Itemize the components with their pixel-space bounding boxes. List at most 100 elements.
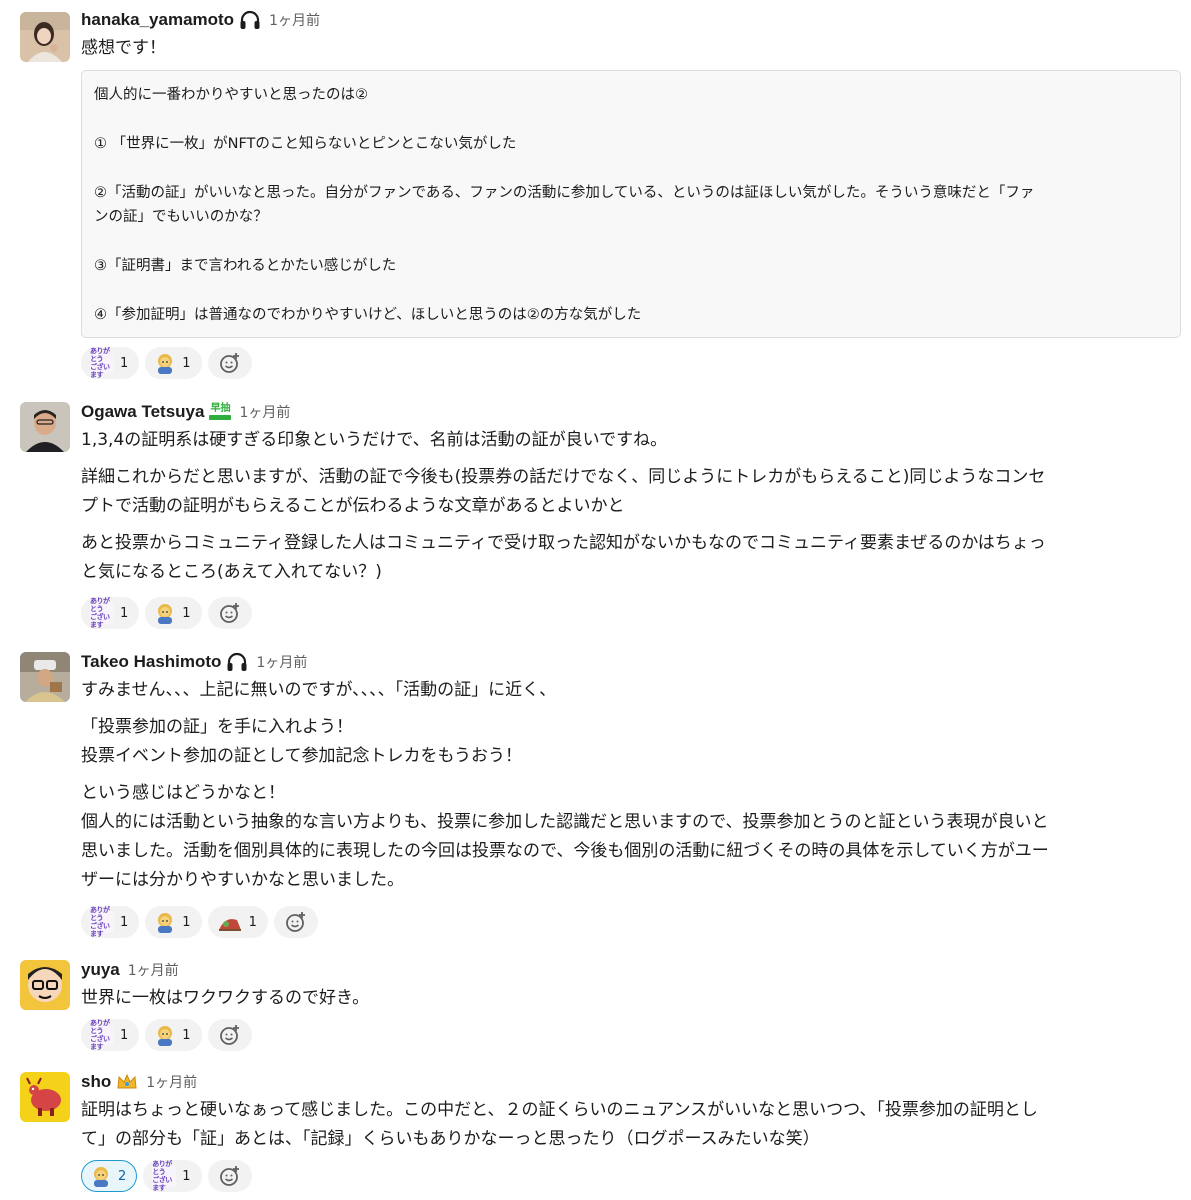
message-paragraph: あと投票からコミュニティ登録した人はコミュニティで受け取った認知がないかもなので…	[81, 529, 1179, 587]
emoji-text: ございます	[152, 1176, 172, 1192]
message-takeo: Takeo Hashimoto 1ヶ月前 すみません、、、上記に無いのですが、、…	[0, 650, 1191, 950]
reaction-arigatou[interactable]: ありがとう ございます 1	[143, 1160, 202, 1192]
reaction-bowing[interactable]: 1	[145, 1019, 202, 1051]
arigatou-gozaimasu-icon: ありがとう ございます	[90, 1019, 114, 1051]
reaction-arigatou[interactable]: ありがとう ございます 1	[81, 347, 140, 379]
message-paragraph: 「投票参加の証」を手に入れよう！ 投票イベント参加の証として参加記念トレカをもう…	[81, 713, 1179, 771]
reaction-count: 1	[248, 914, 257, 930]
message-header: hanaka_yamamoto 1ヶ月前	[81, 8, 1179, 32]
timestamp[interactable]: 1ヶ月前	[269, 10, 320, 30]
reaction-bowing[interactable]: 1	[145, 906, 202, 938]
avatar[interactable]	[20, 960, 70, 1010]
emoji-text: ありがとう	[90, 906, 110, 922]
message-text: 感想です！	[81, 38, 166, 58]
text-line: 投票イベント参加の証として参加記念トレカをもうおう！	[81, 746, 522, 766]
code-line: ②「活動の証」がいいなと思った。自分がファンである、ファンの活動に参加している、…	[94, 184, 1035, 201]
reaction-bar: ありがとう ございます 1 1	[81, 1019, 252, 1053]
emoji-text: ございます	[90, 922, 110, 938]
message-header: Takeo Hashimoto 1ヶ月前	[81, 650, 1179, 674]
sliding-person-icon	[217, 912, 243, 932]
message-paragraph: という感じはどうかなと！ 個人的には活動という抽象的な言い方よりも、投票に参加し…	[81, 779, 1179, 895]
hayaben-icon: 早抽	[209, 402, 232, 422]
avatar[interactable]	[20, 402, 70, 452]
add-reaction-button[interactable]	[273, 906, 318, 938]
timestamp[interactable]: 1ヶ月前	[128, 960, 179, 980]
person-bowing-icon	[90, 1165, 112, 1187]
arigatou-gozaimasu-icon: ありがとう ございます	[90, 906, 114, 938]
message-hanaka: hanaka_yamamoto 1ヶ月前 感想です！ 個人的に一番わかりやすいと…	[0, 8, 1191, 388]
headphones-icon	[239, 10, 261, 30]
reaction-bowing[interactable]: 1	[145, 597, 202, 629]
reaction-count: 1	[182, 914, 191, 930]
text-line: すみません、、、上記に無いのですが、、、、「活動の証」に近く、	[81, 680, 557, 700]
message-header: yuya 1ヶ月前	[81, 958, 1179, 982]
avatar[interactable]	[20, 12, 70, 62]
code-line: ④「参加証明」は普通なのでわかりやすいけど、ほしいと思うのは②の方な気がした	[94, 306, 642, 323]
person-bowing-icon	[154, 1024, 176, 1046]
add-reaction-button[interactable]	[207, 1019, 252, 1051]
add-reaction-button[interactable]	[207, 597, 252, 629]
emoji-text: ございます	[90, 613, 110, 629]
reaction-count: 1	[182, 1168, 191, 1184]
arigatou-gozaimasu-icon: ありがとう ございます	[90, 347, 114, 379]
emoji-text: ありがとう	[90, 347, 110, 363]
reaction-bar: ありがとう ございます 1 1 1	[81, 906, 318, 940]
reaction-count: 1	[182, 1027, 191, 1043]
add-reaction-button[interactable]	[207, 347, 252, 379]
emoji-text: ございます	[90, 363, 110, 379]
person-bowing-icon	[154, 602, 176, 624]
reaction-count: 1	[182, 605, 191, 621]
reaction-arigatou[interactable]: ありがとう ございます 1	[81, 1019, 140, 1051]
avatar[interactable]	[20, 652, 70, 702]
reaction-count: 1	[120, 355, 129, 371]
text-line: て」の部分も「証」あとは、「記録」くらいもありかなーっと思ったり（ログポースみた…	[81, 1129, 820, 1149]
status-label: 早抽	[210, 403, 231, 414]
message-yuya: yuya 1ヶ月前 世界に一枚はワクワクするので好き。 ありがとう ございます 1…	[0, 958, 1191, 1058]
message-paragraph: 1,3,4の証明系は硬すぎる印象というだけで、名前は活動の証が良いですね。	[81, 426, 1179, 455]
reaction-bar: ありがとう ございます 1 1	[81, 347, 252, 381]
message-paragraph: 詳細これからだと思いますが、活動の証で今後も(投票券の話だけでなく、同じようにト…	[81, 463, 1179, 521]
message-header: sho 1ヶ月前	[81, 1070, 1179, 1094]
username[interactable]: yuya	[81, 960, 120, 980]
reaction-count: 1	[120, 605, 129, 621]
username[interactable]: Takeo Hashimoto	[81, 652, 221, 672]
arigatou-gozaimasu-icon: ありがとう ございます	[90, 597, 114, 629]
add-emoji-icon	[285, 912, 305, 932]
add-emoji-icon	[219, 353, 239, 373]
text-line: あと投票からコミュニティ登録した人はコミュニティで受け取った認知がないかもなので…	[81, 533, 1046, 553]
timestamp[interactable]: 1ヶ月前	[239, 402, 290, 422]
reaction-bowing[interactable]: 1	[145, 347, 202, 379]
text-line: という感じはどうかなと！	[81, 783, 285, 803]
reaction-arigatou[interactable]: ありがとう ございます 1	[81, 597, 140, 629]
avatar[interactable]	[20, 1072, 70, 1122]
text-line: 思いました。活動を個別具体的に表現したの今回は投票なので、今後も個別の活動に紐づ…	[81, 841, 1049, 861]
message-sho: sho 1ヶ月前 証明はちょっと硬いなぁって感じました。この中だと、２の証くらい…	[0, 1070, 1191, 1198]
username[interactable]: sho	[81, 1072, 111, 1092]
emoji-text: ありがとう	[90, 1019, 110, 1035]
text-line: ザーには分かりやすいかなと思いました。	[81, 870, 404, 890]
add-reaction-button[interactable]	[207, 1160, 252, 1192]
add-emoji-icon	[219, 1025, 239, 1045]
reaction-count: 1	[120, 1027, 129, 1043]
timestamp[interactable]: 1ヶ月前	[256, 652, 307, 672]
reaction-arigatou[interactable]: ありがとう ございます 1	[81, 906, 140, 938]
text-line: プトで活動の証明がもらえることが伝わるような文章があるとよいかと	[81, 496, 625, 516]
username[interactable]: Ogawa Tetsuya	[81, 402, 204, 422]
emoji-text: ございます	[90, 1035, 110, 1051]
timestamp[interactable]: 1ヶ月前	[146, 1072, 197, 1092]
text-line: 世界に一枚はワクワクするので好き。	[81, 988, 370, 1008]
text-line: 個人的には活動という抽象的な言い方よりも、投票に参加した認識だと思いますので、投…	[81, 812, 1049, 832]
message-paragraph: すみません、、、上記に無いのですが、、、、「活動の証」に近く、	[81, 676, 1179, 705]
username[interactable]: hanaka_yamamoto	[81, 10, 234, 30]
reaction-sliding[interactable]: 1	[207, 906, 268, 938]
add-emoji-icon	[219, 1166, 239, 1186]
headphones-icon	[226, 652, 248, 672]
text-line: と気になるところ(あえて入れてない？)	[81, 562, 382, 582]
code-line: ③「証明書」まで言われるとかたい感じがした	[94, 257, 397, 274]
text-line: 1,3,4の証明系は硬すぎる印象というだけで、名前は活動の証が良いですね。	[81, 430, 668, 450]
reaction-count: 1	[120, 914, 129, 930]
message-header: Ogawa Tetsuya 早抽 1ヶ月前	[81, 400, 1179, 424]
reaction-bowing[interactable]: 2	[81, 1160, 138, 1192]
